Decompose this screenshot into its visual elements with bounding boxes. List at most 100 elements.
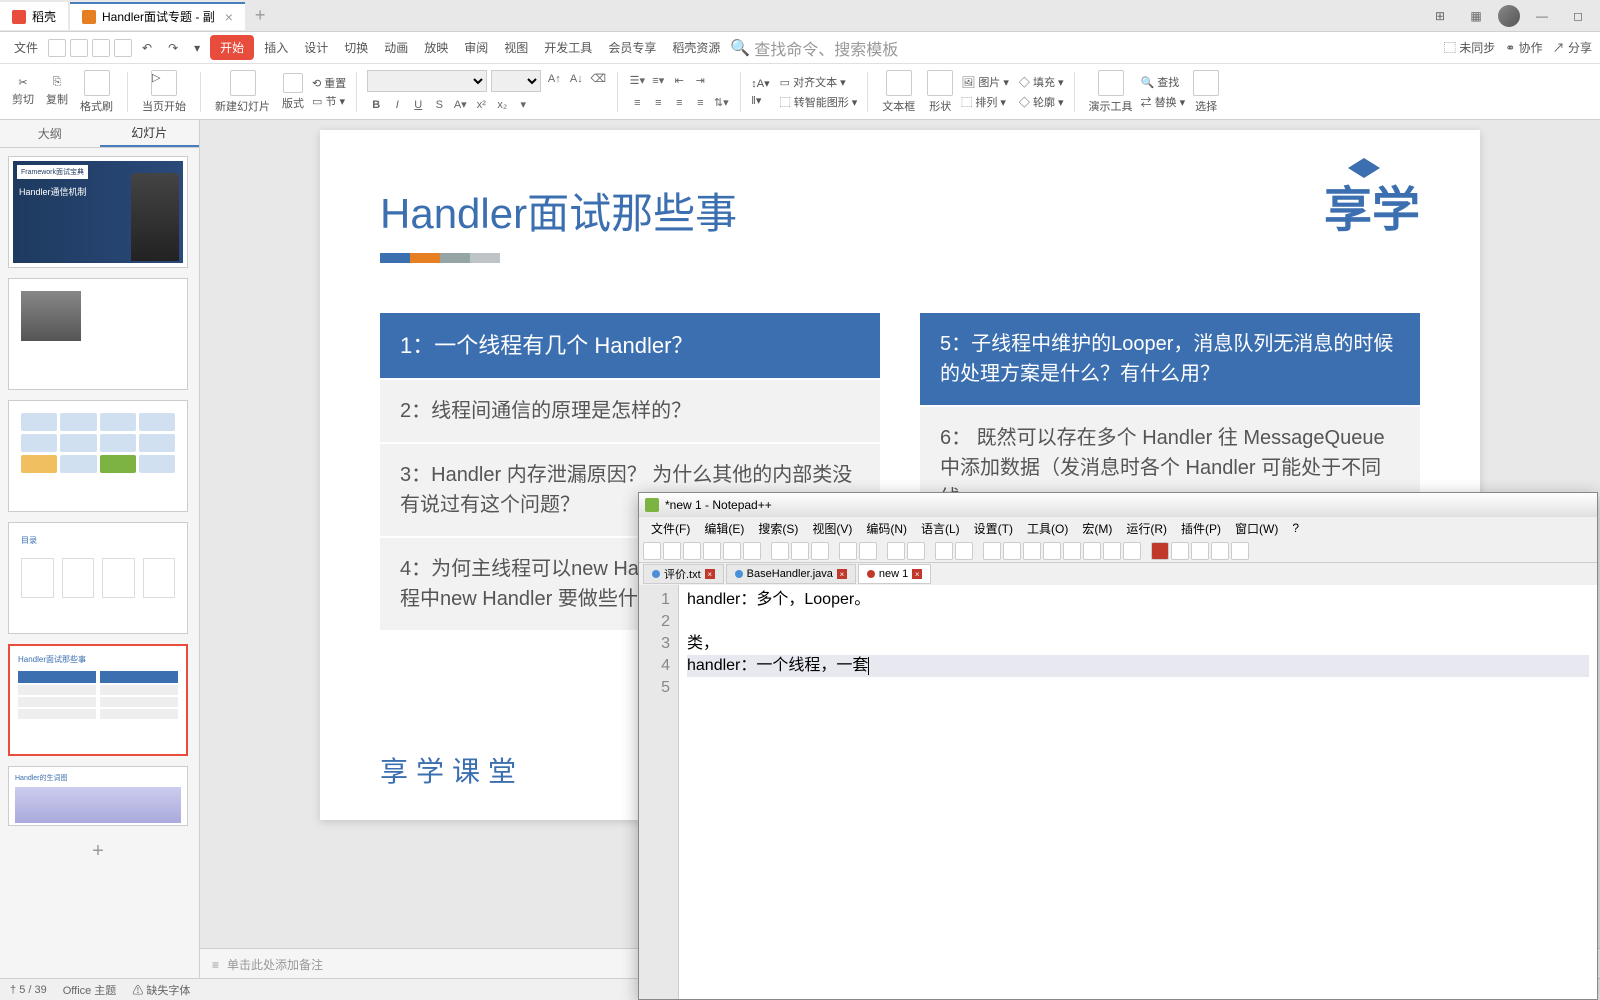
font-color-button[interactable]: A▾ bbox=[451, 96, 469, 114]
align-right-button[interactable]: ≡ bbox=[670, 94, 688, 112]
thumbnails[interactable]: Framework面试宝典 Handler通信机制 目录 bbox=[0, 148, 199, 980]
npp-menu-language[interactable]: 语言(L) bbox=[915, 518, 966, 539]
notepad-window[interactable]: *new 1 - Notepad++ 文件(F) 编辑(E) 搜索(S) 视图(… bbox=[638, 492, 1598, 1000]
menu-insert[interactable]: 插入 bbox=[258, 35, 294, 60]
select-icon[interactable] bbox=[1193, 70, 1219, 96]
arrange-button[interactable]: ⬚ 排列 ▾ bbox=[961, 94, 1009, 110]
columns-button[interactable]: ‖▾ bbox=[751, 94, 769, 107]
newslide-icon[interactable] bbox=[230, 70, 256, 96]
npp-func-icon[interactable] bbox=[1103, 542, 1121, 560]
indent-less-button[interactable]: ⇤ bbox=[670, 72, 688, 90]
thumb-6[interactable]: Handler的生词图 bbox=[8, 766, 188, 826]
align-left-button[interactable]: ≡ bbox=[628, 94, 646, 112]
format-icon[interactable] bbox=[84, 70, 110, 96]
npp-playfast-icon[interactable] bbox=[1211, 542, 1229, 560]
bullets-button[interactable]: ☰▾ bbox=[628, 72, 646, 90]
npp-menu-view[interactable]: 视图(V) bbox=[806, 518, 858, 539]
npp-menu-edit[interactable]: 编辑(E) bbox=[698, 518, 750, 539]
thumb-5[interactable]: Handler面试那些事 bbox=[8, 644, 188, 756]
npp-wrap-icon[interactable] bbox=[983, 542, 1001, 560]
npp-print-icon[interactable] bbox=[743, 542, 761, 560]
user-avatar[interactable] bbox=[1498, 5, 1520, 27]
missing-fonts[interactable]: ⚠ 缺失字体 bbox=[132, 982, 190, 998]
npp-tab-1[interactable]: 评价.txt × bbox=[643, 564, 724, 584]
shape-icon[interactable] bbox=[927, 70, 953, 96]
menu-design[interactable]: 设计 bbox=[298, 35, 334, 60]
save-icon[interactable] bbox=[48, 39, 66, 57]
npp-zoom-out-icon[interactable] bbox=[955, 542, 973, 560]
picture-button[interactable]: 🖼 图片 ▾ bbox=[961, 74, 1009, 90]
npp-menu-search[interactable]: 搜索(S) bbox=[752, 518, 804, 539]
npp-zoom-in-icon[interactable] bbox=[935, 542, 953, 560]
npp-hidden-icon[interactable] bbox=[1003, 542, 1021, 560]
print-icon[interactable] bbox=[70, 39, 88, 57]
copy-icon[interactable]: ⎘ bbox=[53, 76, 62, 89]
npp-savemacro-icon[interactable] bbox=[1231, 542, 1249, 560]
tab-add-button[interactable]: + bbox=[247, 5, 274, 26]
npp-find-icon[interactable] bbox=[887, 542, 905, 560]
layout-icon[interactable]: ⊞ bbox=[1426, 2, 1454, 30]
maximize-button[interactable]: ◻ bbox=[1564, 2, 1592, 30]
close-icon[interactable]: × bbox=[912, 569, 922, 579]
npp-saveall-icon[interactable] bbox=[703, 542, 721, 560]
undo-icon[interactable] bbox=[114, 39, 132, 57]
replace-button[interactable]: ⇄ 替换 ▾ bbox=[1141, 94, 1186, 110]
font-size-select[interactable] bbox=[491, 70, 541, 92]
menu-animation[interactable]: 动画 bbox=[378, 35, 414, 60]
cut-icon[interactable]: ✂ bbox=[18, 76, 27, 89]
tab-main[interactable]: Handler面试专题 - 副 × bbox=[70, 2, 245, 30]
tab-docker[interactable]: 稻壳 bbox=[0, 2, 68, 30]
thumb-4[interactable]: 目录 bbox=[8, 522, 188, 634]
npp-stop-icon[interactable] bbox=[1171, 542, 1189, 560]
find-button[interactable]: 🔍 查找 bbox=[1141, 74, 1186, 90]
npp-map-icon[interactable] bbox=[1123, 542, 1141, 560]
outline-button[interactable]: ◇ 轮廓 ▾ bbox=[1019, 94, 1064, 110]
menu-start[interactable]: 开始 bbox=[210, 35, 254, 60]
npp-cut-icon[interactable] bbox=[771, 542, 789, 560]
outline-tab[interactable]: 大纲 bbox=[0, 120, 100, 147]
npp-open-icon[interactable] bbox=[663, 542, 681, 560]
npp-save-icon[interactable] bbox=[683, 542, 701, 560]
npp-indent-icon[interactable] bbox=[1023, 542, 1041, 560]
bold-button[interactable]: B bbox=[367, 96, 385, 114]
smartart-button[interactable]: ⬚ 转智能图形 ▾ bbox=[780, 94, 858, 110]
share-button[interactable]: ↗ 分享 bbox=[1553, 39, 1592, 56]
undo-arrow[interactable]: ↶ bbox=[136, 37, 158, 59]
command-search[interactable]: 🔍 查找命令、搜索模板 bbox=[730, 36, 898, 60]
editor-text[interactable]: handler：多个，Looper。 类， handler：一个线程，一套 bbox=[679, 585, 1597, 999]
npp-menu-settings[interactable]: 设置(T) bbox=[968, 518, 1019, 539]
npp-record-icon[interactable] bbox=[1151, 542, 1169, 560]
npp-menu-macro[interactable]: 宏(M) bbox=[1076, 518, 1118, 539]
npp-unfold-icon[interactable] bbox=[1063, 542, 1081, 560]
layout-icon2[interactable] bbox=[283, 73, 303, 93]
npp-titlebar[interactable]: *new 1 - Notepad++ bbox=[639, 493, 1597, 517]
shrink-font-icon[interactable]: A↓ bbox=[567, 70, 585, 88]
slides-tab[interactable]: 幻灯片 bbox=[100, 120, 200, 147]
indent-more-button[interactable]: ⇥ bbox=[691, 72, 709, 90]
npp-menu-tools[interactable]: 工具(O) bbox=[1021, 518, 1074, 539]
reset-button[interactable]: ⟲ 重置 bbox=[312, 75, 346, 91]
line-spacing-button[interactable]: ⇅▾ bbox=[712, 94, 730, 112]
menu-devtools[interactable]: 开发工具 bbox=[538, 35, 598, 60]
menu-review[interactable]: 审阅 bbox=[458, 35, 494, 60]
npp-menu-file[interactable]: 文件(F) bbox=[645, 518, 696, 539]
npp-redo-icon[interactable] bbox=[859, 542, 877, 560]
npp-doc-icon[interactable] bbox=[1083, 542, 1101, 560]
numbering-button[interactable]: ≡▾ bbox=[649, 72, 667, 90]
npp-undo-icon[interactable] bbox=[839, 542, 857, 560]
grid-icon[interactable]: ▦ bbox=[1462, 2, 1490, 30]
npp-menu-help[interactable]: ? bbox=[1286, 519, 1305, 537]
add-slide-button[interactable]: + bbox=[8, 836, 188, 866]
font-family-select[interactable] bbox=[367, 70, 487, 92]
close-icon[interactable]: × bbox=[225, 9, 233, 25]
justify-button[interactable]: ≡ bbox=[691, 94, 709, 112]
preview-icon[interactable] bbox=[92, 39, 110, 57]
close-icon[interactable]: × bbox=[837, 569, 847, 579]
thumb-2[interactable] bbox=[8, 278, 188, 390]
thumb-3[interactable] bbox=[8, 400, 188, 512]
menu-show[interactable]: 放映 bbox=[418, 35, 454, 60]
menu-file[interactable]: 文件 bbox=[8, 35, 44, 60]
npp-new-icon[interactable] bbox=[643, 542, 661, 560]
npp-close-icon[interactable] bbox=[723, 542, 741, 560]
textbox-icon[interactable] bbox=[886, 70, 912, 96]
